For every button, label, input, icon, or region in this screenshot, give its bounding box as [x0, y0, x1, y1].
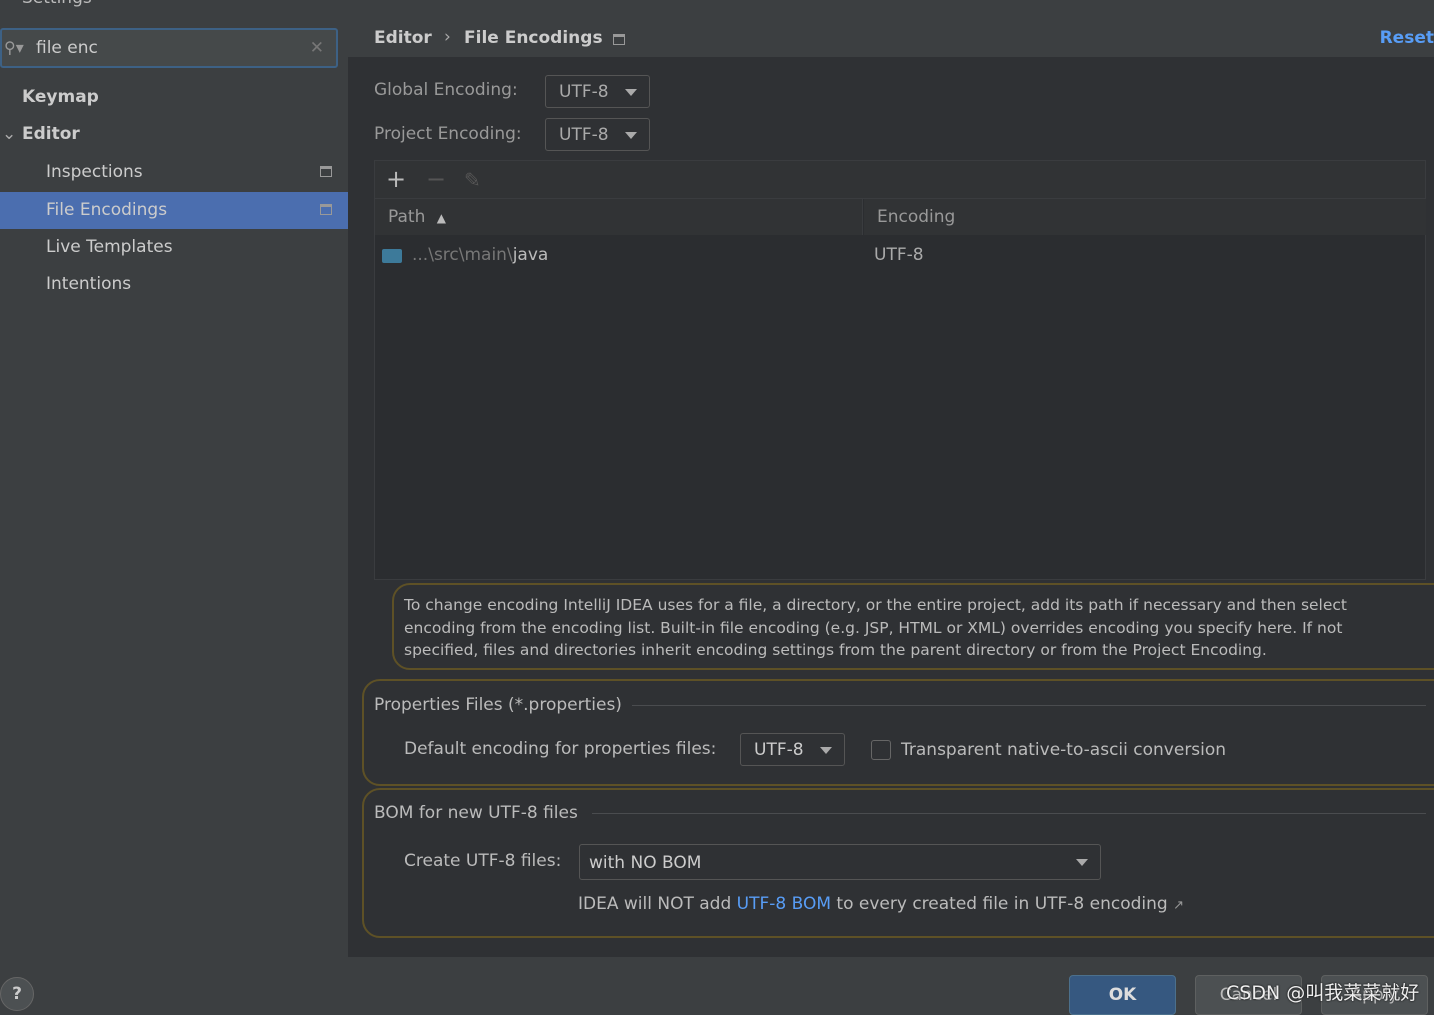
remove-icon[interactable]: −: [426, 165, 446, 193]
search-input[interactable]: ⚲▾ file enc ✕: [0, 28, 338, 68]
ok-button[interactable]: OK: [1069, 975, 1176, 1015]
breadcrumb-editor[interactable]: Editor: [374, 28, 432, 48]
table-row[interactable]: ...\src\main\java UTF-8: [375, 237, 1425, 275]
column-header-path[interactable]: Path ▲: [375, 199, 863, 235]
select-value: UTF-8: [559, 125, 609, 145]
project-encoding-label: Project Encoding:: [374, 124, 522, 144]
sidebar-item-editor[interactable]: ⌄ Editor: [0, 116, 348, 153]
table-toolbar: + − ✎: [375, 161, 1425, 199]
project-settings-icon: [320, 166, 332, 177]
dropdown-arrow-icon: [820, 747, 832, 760]
dropdown-arrow-icon: [1076, 859, 1088, 872]
project-settings-icon: [320, 204, 332, 215]
properties-group-title: Properties Files (*.properties): [374, 695, 622, 715]
hint-text: IDEA will NOT add: [578, 894, 737, 914]
add-icon[interactable]: +: [386, 165, 406, 193]
sidebar-item-file-encodings[interactable]: File Encodings: [0, 192, 348, 229]
info-text: To change encoding IntelliJ IDEA uses fo…: [404, 596, 1348, 659]
column-label: Encoding: [877, 207, 956, 227]
title-bar: Settings: [0, 0, 1434, 14]
edit-icon[interactable]: ✎: [464, 168, 481, 192]
folder-icon: [382, 249, 402, 263]
dropdown-arrow-icon: [625, 132, 637, 145]
sidebar-item-label: Inspections: [46, 162, 143, 182]
sidebar-item-label: Intentions: [46, 274, 132, 294]
sidebar-item-intentions[interactable]: Intentions: [0, 266, 348, 303]
dropdown-arrow-icon: [625, 89, 637, 102]
bom-group-title: BOM for new UTF-8 files: [374, 803, 578, 823]
properties-encoding-select[interactable]: UTF-8: [740, 733, 845, 766]
sidebar-item-label: Editor: [22, 124, 80, 144]
create-utf8-label: Create UTF-8 files:: [404, 851, 562, 871]
path-encoding-table: + − ✎ Path ▲ Encoding ...\src\main\java …: [374, 160, 1426, 580]
project-settings-icon: [613, 34, 625, 45]
path-last: java: [512, 245, 549, 265]
utf8-bom-link[interactable]: UTF-8 BOM: [737, 894, 831, 914]
sidebar-item-label: Keymap: [22, 87, 99, 107]
divider: [592, 813, 1426, 814]
project-encoding-select[interactable]: UTF-8: [545, 118, 650, 151]
divider: [632, 705, 1426, 706]
global-encoding-select[interactable]: UTF-8: [545, 75, 650, 108]
breadcrumb: Editor › File Encodings Reset: [348, 14, 1434, 57]
select-value: UTF-8: [754, 740, 804, 760]
breadcrumb-file-encodings: File Encodings: [464, 28, 603, 48]
properties-encoding-label: Default encoding for properties files:: [404, 739, 717, 759]
column-header-encoding[interactable]: Encoding: [864, 199, 1426, 235]
help-button[interactable]: ?: [0, 977, 34, 1011]
chevron-down-icon[interactable]: ⌄: [2, 116, 16, 153]
external-link-icon: ↗: [1173, 898, 1185, 913]
sidebar-item-label: Live Templates: [46, 237, 173, 257]
native-to-ascii-checkbox[interactable]: [871, 740, 891, 760]
row-encoding[interactable]: UTF-8: [874, 245, 924, 265]
sidebar-item-label: File Encodings: [46, 200, 168, 220]
search-value: file enc: [36, 38, 98, 58]
global-encoding-label: Global Encoding:: [374, 80, 518, 100]
sidebar-item-live-templates[interactable]: Live Templates: [0, 229, 348, 266]
clear-icon[interactable]: ✕: [310, 38, 324, 58]
path-prefix: ...\src\main\: [412, 245, 513, 265]
select-value: UTF-8: [559, 82, 609, 102]
select-value: with NO BOM: [589, 853, 702, 873]
sidebar-item-inspections[interactable]: Inspections: [0, 154, 348, 191]
bom-hint: IDEA will NOT add UTF-8 BOM to every cre…: [578, 894, 1184, 914]
search-icon: ⚲▾: [4, 38, 24, 57]
reset-link[interactable]: Reset: [1380, 28, 1434, 48]
hint-text: to every created file in UTF-8 encoding: [831, 894, 1168, 914]
sidebar-item-keymap[interactable]: Keymap: [0, 79, 348, 116]
column-label: Path: [388, 207, 426, 227]
native-to-ascii-label[interactable]: Transparent native-to-ascii conversion: [901, 740, 1226, 760]
window-title: Settings: [22, 0, 92, 8]
sort-ascending-icon: ▲: [436, 211, 446, 225]
watermark: CSDN @叫我菜菜就好: [1226, 982, 1420, 1004]
chevron-right-icon: ›: [444, 27, 451, 47]
bom-select[interactable]: with NO BOM: [579, 844, 1101, 880]
